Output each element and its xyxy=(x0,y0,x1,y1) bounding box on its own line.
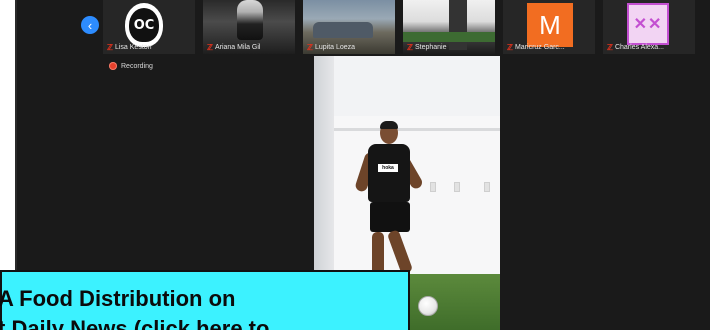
participant-thumb-ariana[interactable]: ℤ Ariana Mila Gil xyxy=(203,0,295,54)
recording-dot-icon xyxy=(109,62,117,70)
participant-name: ℤ Stephanie xyxy=(407,43,491,52)
person-hair xyxy=(380,121,398,129)
participant-name: ℤ Maricruz Garc... xyxy=(507,43,591,52)
participant-name-label: Stephanie xyxy=(414,44,447,51)
avatar: ✕✕ xyxy=(627,3,669,45)
person-shorts xyxy=(370,202,410,232)
participant-thumb-lupita[interactable]: ℤ Lupita Loeza xyxy=(303,0,395,54)
soccer-ball xyxy=(418,296,438,316)
participant-name-label: Lisa Keston xyxy=(114,44,152,51)
caption-line-1: A Food Distribution on xyxy=(0,286,236,311)
participant-name: ℤ Lisa Keston xyxy=(107,43,191,52)
wall-outlet xyxy=(454,182,460,192)
participant-thumb-lisa[interactable]: OC ℤ Lisa Keston xyxy=(103,0,195,54)
participant-video-floor xyxy=(403,32,495,42)
participant-name-label: Charles Alexa... xyxy=(614,44,664,51)
participant-name: ℤ Lupita Loeza xyxy=(307,43,391,52)
participant-name: ℤ Charles Alexa... xyxy=(607,43,691,52)
oc-logo-text: OC xyxy=(129,8,159,42)
mic-muted-icon: ℤ xyxy=(307,43,313,52)
mic-muted-icon: ℤ xyxy=(607,43,613,52)
chevron-left-icon[interactable]: ‹ xyxy=(81,16,99,34)
participant-name-label: Maricruz Garc... xyxy=(514,44,565,51)
jersey-logo: hoka xyxy=(378,164,398,172)
recording-indicator[interactable]: Recording xyxy=(109,62,153,70)
caption-line-2: t Daily News (click here to xyxy=(0,316,270,330)
avatar: M xyxy=(527,3,573,47)
participant-thumb-stephanie[interactable]: ℤ Stephanie xyxy=(403,0,495,54)
caption-banner[interactable]: A Food Distribution on t Daily News (cli… xyxy=(0,270,410,330)
screenshot-frame: ‹ OC ℤ Lisa Keston ℤ Ariana Mila Gil ℤ L… xyxy=(0,0,710,330)
participant-video xyxy=(313,22,373,38)
oc-logo: OC xyxy=(125,3,163,47)
participant-name-label: Lupita Loeza xyxy=(314,44,356,51)
participant-name: ℤ Ariana Mila Gil xyxy=(207,43,291,52)
participant-strip: OC ℤ Lisa Keston ℤ Ariana Mila Gil ℤ Lup… xyxy=(103,0,703,56)
recording-label: Recording xyxy=(121,62,153,70)
mic-muted-icon: ℤ xyxy=(107,43,113,52)
person-jersey: hoka xyxy=(368,144,410,202)
back-glyph: ‹ xyxy=(87,17,93,33)
participant-thumb-charles[interactable]: ✕✕ ℤ Charles Alexa... xyxy=(603,0,695,54)
participant-thumb-maricruz[interactable]: M ℤ Maricruz Garc... xyxy=(503,0,595,54)
person-leg xyxy=(386,229,414,275)
mic-muted-icon: ℤ xyxy=(407,43,413,52)
wall-outlet xyxy=(484,182,490,192)
participant-name-label: Ariana Mila Gil xyxy=(214,44,261,51)
mic-muted-icon: ℤ xyxy=(207,43,213,52)
participant-video xyxy=(237,0,263,40)
mic-muted-icon: ℤ xyxy=(507,43,513,52)
